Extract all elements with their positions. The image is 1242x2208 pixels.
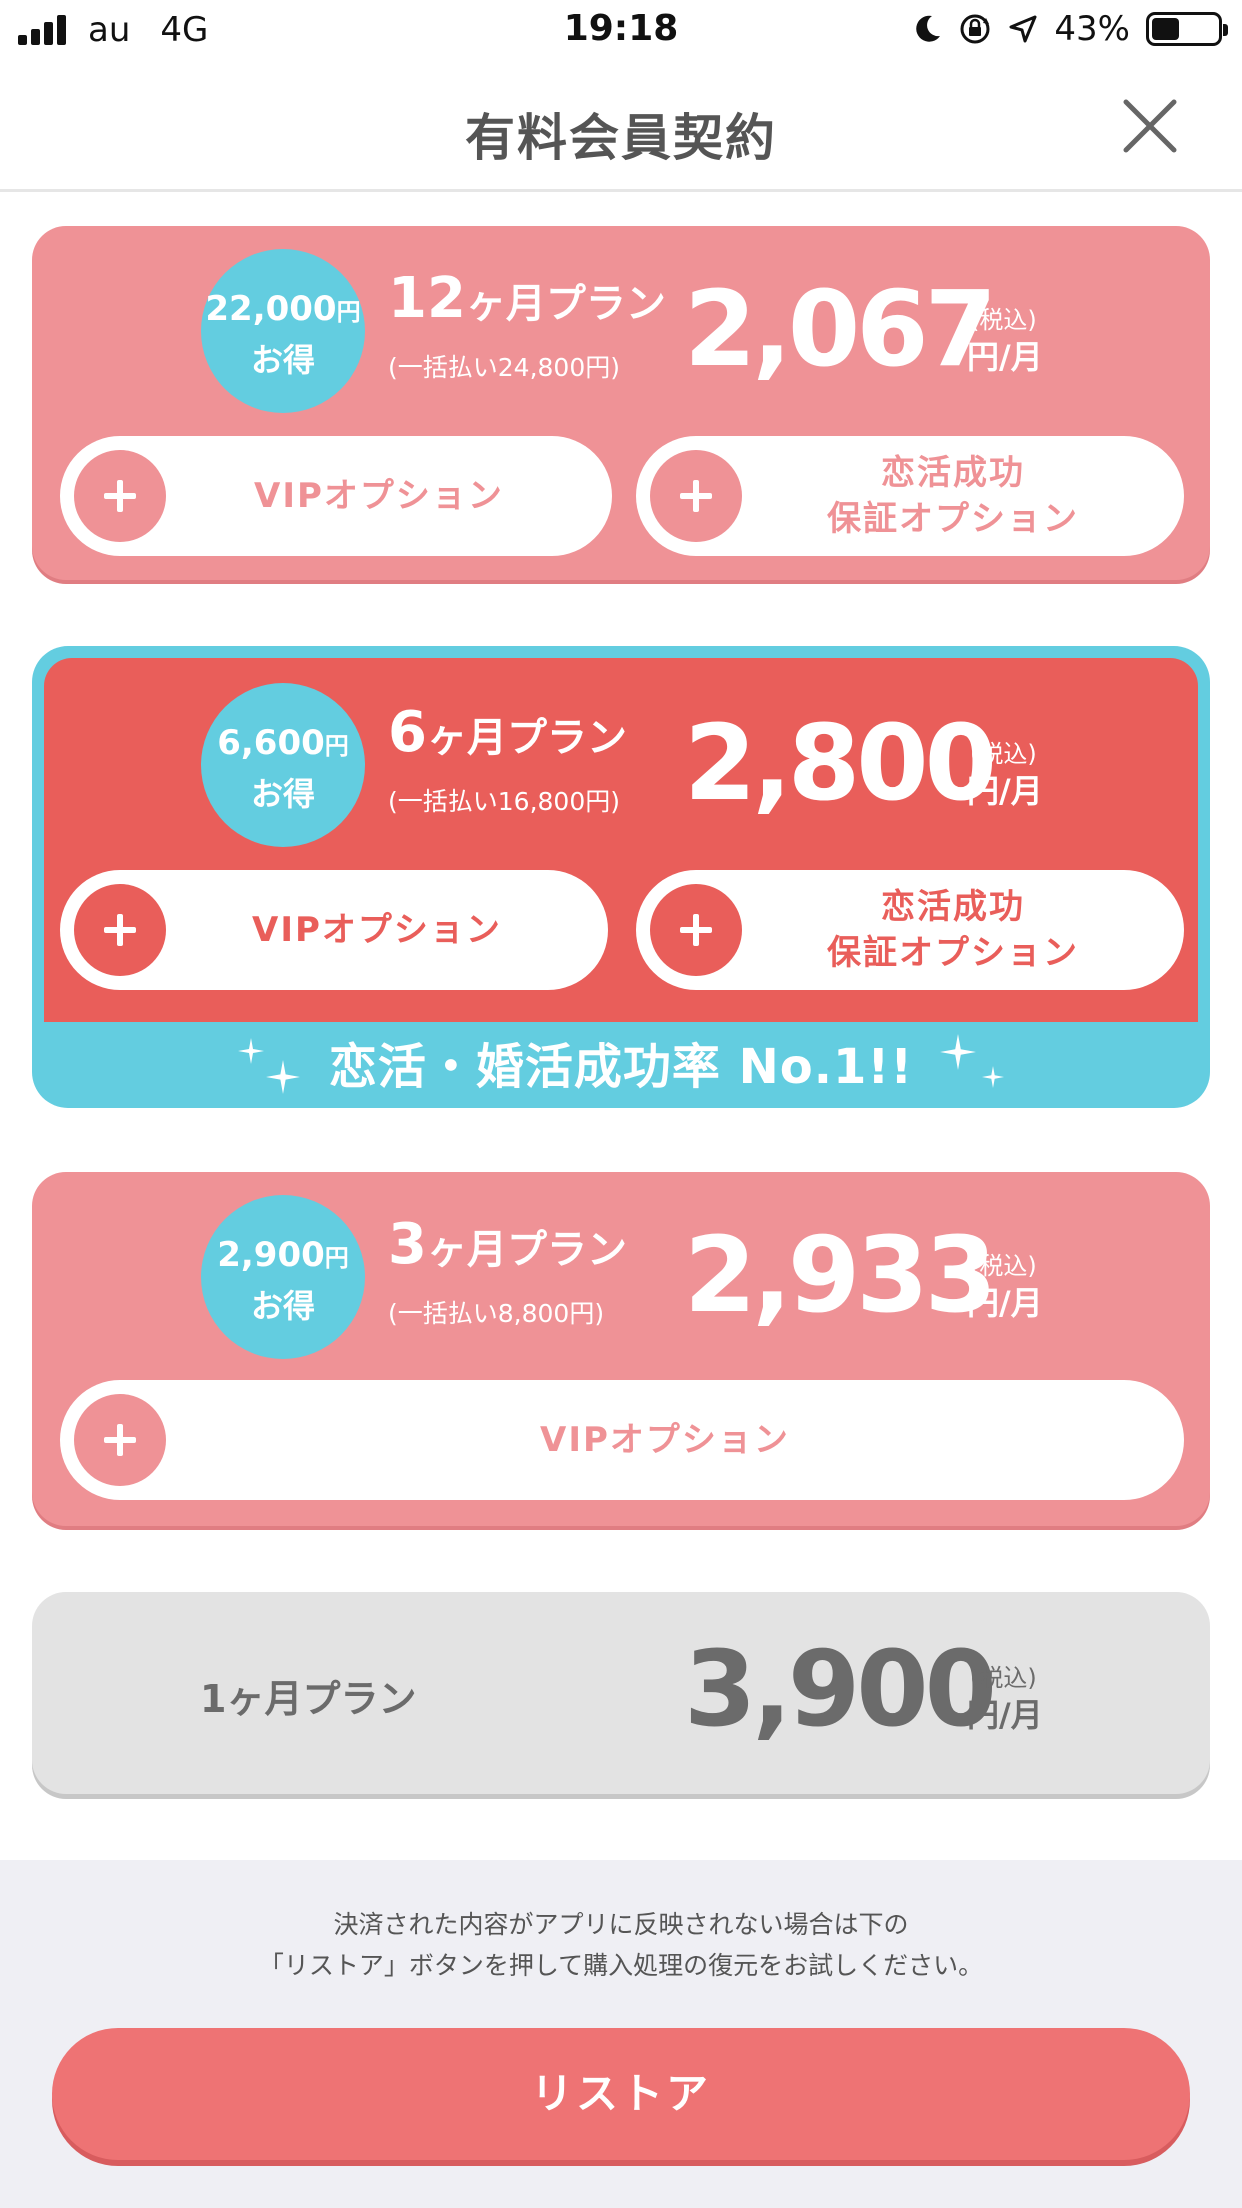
savings-badge: 6,600円 お得 [201, 683, 365, 847]
success-rate-banner: 恋活・婚活成功率 No.1!! [328, 1039, 914, 1095]
sparkle-icon [982, 1066, 1004, 1088]
lump-sum-price: (一括払い24,800円) [388, 353, 620, 382]
nav-header: 有料会員契約 [0, 62, 1242, 192]
battery-percent: 43% [1054, 9, 1130, 49]
per-month-label: 円/月 [967, 1696, 1043, 1734]
sparkle-icon [940, 1034, 976, 1070]
plan-name: 1ヶ月プラン [200, 1677, 417, 1721]
plan-name: 12ヶ月プラン [388, 266, 666, 331]
sparkle-icon [266, 1060, 300, 1094]
battery-icon [1146, 12, 1228, 46]
restore-section: 決済された内容がアプリに反映されない場合は下の 「リストア」ボタンを押して購入処… [0, 1860, 1242, 2208]
monthly-price: 2,933 [684, 1214, 997, 1336]
per-month-label: 円/月 [967, 338, 1043, 376]
plan-name: 6ヶ月プラン [388, 700, 627, 765]
savings-badge: 2,900円 お得 [201, 1195, 365, 1359]
status-bar: au 4G 19:18 43% [0, 0, 1242, 62]
vip-option-button[interactable]: VIPオプション [60, 870, 608, 990]
tax-label: (税込) [970, 1252, 1037, 1280]
close-icon[interactable] [1118, 94, 1182, 158]
plan-card-12-months[interactable]: 22,000円 お得 12ヶ月プラン (一括払い24,800円) 2,067 (… [32, 226, 1210, 580]
page-title: 有料会員契約 [465, 109, 777, 167]
monthly-price: 2,800 [684, 702, 997, 824]
plus-icon [74, 450, 166, 542]
lump-sum-price: (一括払い8,800円) [388, 1299, 605, 1328]
savings-badge: 22,000円 お得 [201, 249, 365, 413]
per-month-label: 円/月 [967, 772, 1043, 810]
restore-notice: 決済された内容がアプリに反映されない場合は下の 「リストア」ボタンを押して購入処… [258, 1910, 984, 1980]
success-guarantee-option-button[interactable]: 恋活成功 保証オプション [636, 870, 1184, 990]
plan-name: 3ヶ月プラン [388, 1212, 627, 1277]
orientation-lock-icon [960, 14, 990, 44]
plus-icon [74, 1394, 166, 1486]
sparkle-icon [238, 1038, 264, 1064]
plus-icon [74, 884, 166, 976]
vip-option-button[interactable]: VIPオプション [60, 436, 612, 556]
restore-button[interactable]: リストア [52, 2028, 1190, 2160]
success-guarantee-option-button[interactable]: 恋活成功 保証オプション [636, 436, 1184, 556]
tax-label: (税込) [970, 740, 1037, 768]
lump-sum-price: (一括払い16,800円) [388, 787, 620, 816]
location-arrow-icon [1009, 15, 1037, 43]
vip-option-button[interactable]: VIPオプション [60, 1380, 1184, 1500]
plus-icon [650, 450, 742, 542]
plan-card-6-months[interactable]: 6,600円 お得 6ヶ月プラン (一括払い16,800円) 2,800 (税込… [32, 646, 1210, 1108]
plus-icon [650, 884, 742, 976]
moon-icon [916, 15, 941, 42]
plan-card-1-month[interactable]: 1ヶ月プラン 3,900 (税込) 円/月 [32, 1592, 1210, 1794]
monthly-price: 2,067 [684, 268, 997, 390]
tax-label: (税込) [970, 1664, 1037, 1692]
monthly-price: 3,900 [684, 1628, 997, 1750]
tax-label: (税込) [970, 306, 1037, 334]
plan-card-3-months[interactable]: 2,900円 お得 3ヶ月プラン (一括払い8,800円) 2,933 (税込)… [32, 1172, 1210, 1526]
per-month-label: 円/月 [967, 1284, 1043, 1322]
